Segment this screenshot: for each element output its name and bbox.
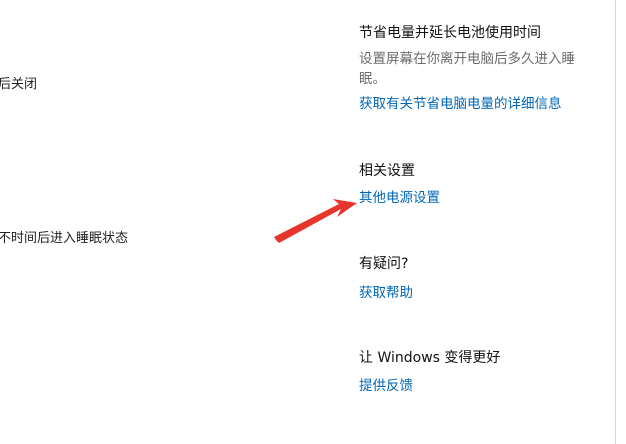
feedback-title: 让 Windows 变得更好 — [359, 350, 501, 366]
power-tip-description: 设置屏幕在你离开电脑后多久进入睡眠。 — [359, 51, 575, 87]
power-details-link[interactable]: 获取有关节省电脑电量的详细信息 — [359, 92, 562, 112]
window-edge-divider — [615, 0, 616, 444]
left-text-sleep: 不时间后进入睡眠状态 — [0, 231, 129, 246]
give-feedback-link[interactable]: 提供反馈 — [359, 374, 413, 394]
power-tip-title: 节省电量并延长电池使用时间 — [359, 25, 541, 41]
related-settings-title: 相关设置 — [359, 163, 415, 179]
left-text-close: 后关闭 — [0, 77, 38, 92]
arrow-shape — [274, 199, 357, 243]
other-power-settings-link[interactable]: 其他电源设置 — [359, 186, 440, 206]
help-title: 有疑问? — [359, 256, 409, 272]
get-help-link[interactable]: 获取帮助 — [359, 281, 413, 301]
